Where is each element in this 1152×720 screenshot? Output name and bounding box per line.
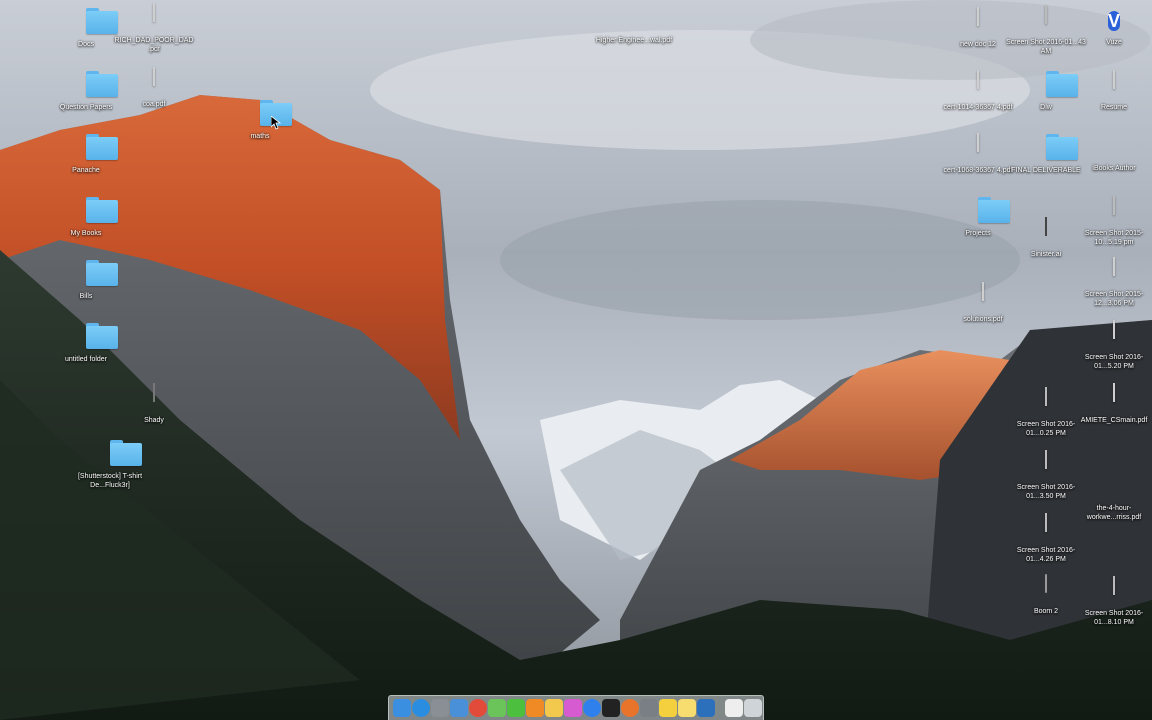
firefox-icon[interactable] xyxy=(621,699,639,717)
desktop-icon-ibooks-author[interactable]: iBooks Author xyxy=(1074,132,1152,173)
downloads-icon[interactable] xyxy=(725,699,743,717)
utility-icon[interactable] xyxy=(697,699,715,717)
desktop-icon-screenshot-7[interactable]: Screen Shot 2016-01...4.26 PM xyxy=(1006,513,1086,564)
desktop-icon-rich-dad-poor-dad[interactable]: RICH_DAD_POOR_DAD.pdf xyxy=(114,3,194,54)
mouse-cursor-icon xyxy=(271,116,281,130)
pdf-document-icon xyxy=(1074,472,1152,502)
icon-label: Resume xyxy=(1100,104,1128,111)
terminal-icon[interactable] xyxy=(602,699,620,717)
safari-icon[interactable] xyxy=(412,699,430,717)
icon-label: Screen Shot 2016-01...4.26 PM xyxy=(1016,547,1076,563)
icon-label: Screen Shot 2016-01...5.20 PM xyxy=(1084,354,1144,370)
icon-label: Vuze xyxy=(1106,39,1122,46)
screenshot-icon xyxy=(1074,576,1152,607)
desktop-icon-shady[interactable]: Shady xyxy=(114,383,194,425)
folder-icon xyxy=(70,440,150,470)
icon-label: [Shutterstock] T-shirt De...Fluck3r] xyxy=(77,473,143,489)
messages-icon[interactable] xyxy=(488,699,506,717)
document-icon xyxy=(1074,70,1152,101)
icon-label: iBooks Author xyxy=(1092,165,1136,172)
document-icon xyxy=(1074,257,1152,288)
desktop-icon-amiete-csmain[interactable]: AMIETE_CSmain.pdf xyxy=(1074,383,1152,425)
screenshot-icon xyxy=(1074,196,1152,227)
folder-icon xyxy=(46,134,126,164)
document-icon xyxy=(1074,320,1152,351)
desktop-icon-vuze[interactable]: V Vuze xyxy=(1074,6,1152,47)
icon-label: coa.pdf xyxy=(142,101,166,108)
pdf-document-icon xyxy=(943,282,1023,313)
dock xyxy=(388,695,764,720)
vuze-app-icon: V xyxy=(1107,11,1120,31)
desktop-icon-untitled-folder[interactable]: untitled folder xyxy=(46,323,126,364)
pdf-document-icon xyxy=(1074,383,1152,414)
chrome-icon[interactable] xyxy=(469,699,487,717)
desktop-icon-coa-pdf[interactable]: coa.pdf xyxy=(114,67,194,109)
desktop-icon-bills[interactable]: Bills xyxy=(46,260,126,301)
ibooks-author-app-icon xyxy=(1074,132,1152,162)
desktop-icon-resume[interactable]: Resume xyxy=(1074,70,1152,112)
stickies-icon[interactable] xyxy=(678,699,696,717)
icon-label: Panache xyxy=(72,167,100,174)
film-reel-icon xyxy=(594,4,674,34)
icon-label: My Books xyxy=(70,230,102,237)
finder-icon[interactable] xyxy=(393,699,411,717)
desktop-icon-screenshot-8[interactable]: Screen Shot 2016-01...8.10 PM xyxy=(1074,576,1152,627)
icon-label: RICH_DAD_POOR_DAD.pdf xyxy=(114,37,194,53)
desktop-icon-panache[interactable]: Panache xyxy=(46,134,126,175)
icon-label: maths xyxy=(250,133,270,140)
trash-icon[interactable] xyxy=(744,699,762,717)
launchpad-icon[interactable] xyxy=(431,699,449,717)
desktop-icon-screenshot-4[interactable]: Screen Shot 2016-01...5.20 PM xyxy=(1074,320,1152,371)
app-store-icon[interactable] xyxy=(583,699,601,717)
icon-label: Shady xyxy=(144,417,164,424)
desktop-icon-shutterstock-tshirt[interactable]: [Shutterstock] T-shirt De...Fluck3r] xyxy=(70,440,150,490)
image-file-icon xyxy=(114,383,194,414)
desktop-icon-solutions-pdf[interactable]: solutions.pdf xyxy=(943,282,1023,324)
icon-label: Higher Enginee...wal.pdf xyxy=(595,37,673,44)
pdf-document-icon xyxy=(114,3,194,34)
desktop-icon-maths[interactable]: maths xyxy=(220,100,300,141)
icon-label: AMIETE_CSmain.pdf xyxy=(1080,417,1148,424)
icon-label: Screen Shot 2016-01...8.10 PM xyxy=(1084,610,1144,626)
icon-label: Screen Shot 2015-10...5.19 pm xyxy=(1084,230,1144,246)
desktop-icon-higher-engineering[interactable]: Higher Enginee...wal.pdf xyxy=(594,4,674,45)
icon-label: Screen Shot 2015-12...3.06 PM xyxy=(1084,291,1144,307)
icon-label: untitled folder xyxy=(64,356,108,363)
desktop-icon-screenshot-2[interactable]: Screen Shot 2015-10...5.19 pm xyxy=(1074,196,1152,247)
icon-label: Bills xyxy=(79,293,93,300)
notes-icon[interactable] xyxy=(659,699,677,717)
ibooks-icon[interactable] xyxy=(526,699,544,717)
desktop-icon-my-books[interactable]: My Books xyxy=(46,197,126,238)
desktop-icon-screenshot-3[interactable]: Screen Shot 2015-12...3.06 PM xyxy=(1074,257,1152,308)
icon-label: solutions.pdf xyxy=(963,316,1003,323)
folder-icon xyxy=(220,100,300,130)
folder-icon xyxy=(46,260,126,290)
system-preferences-icon[interactable] xyxy=(640,699,658,717)
screenshot-icon xyxy=(1006,513,1086,544)
itunes-icon[interactable] xyxy=(564,699,582,717)
preview-icon[interactable] xyxy=(450,699,468,717)
folder-icon xyxy=(46,323,126,353)
photos-icon[interactable] xyxy=(545,699,563,717)
facetime-icon[interactable] xyxy=(507,699,525,717)
pdf-document-icon xyxy=(114,67,194,98)
folder-icon xyxy=(46,197,126,227)
